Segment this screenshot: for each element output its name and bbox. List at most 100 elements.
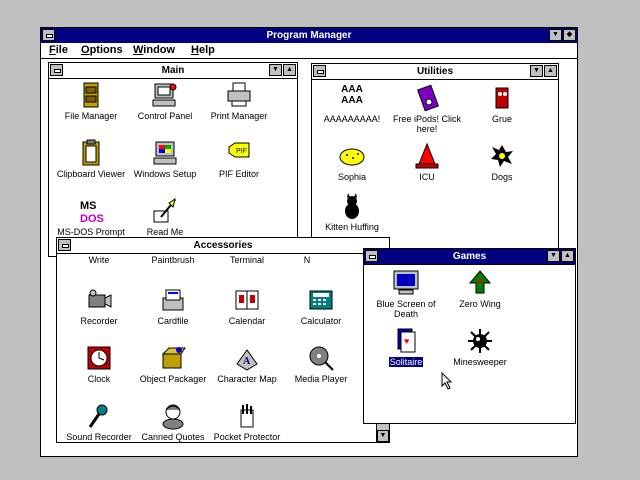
system-menu-icon[interactable] bbox=[313, 65, 326, 77]
print-manager[interactable]: Print Manager bbox=[199, 81, 279, 121]
main-titlebar[interactable]: Main ▼ ▲ bbox=[49, 63, 297, 79]
minesweeper[interactable]: Minesweeper bbox=[440, 327, 520, 367]
pif-editor[interactable]: PIF PIF Editor bbox=[199, 139, 279, 179]
accessories-group-window[interactable]: Accessories Write Paintbrush Terminal N … bbox=[56, 237, 390, 443]
accessories-titlebar[interactable]: Accessories bbox=[57, 238, 389, 254]
games-group-window[interactable]: Games ▼ ▲ Blue Screen of Death Zero Wing… bbox=[363, 248, 576, 424]
file-manager[interactable]: File Manager bbox=[51, 81, 131, 121]
utilities-titlebar[interactable]: Utilities ▼ ▲ bbox=[312, 64, 558, 80]
icon-label: ICU bbox=[419, 172, 435, 182]
icon-label: AAAAAAAAA! bbox=[323, 114, 381, 124]
sophia[interactable]: Sophia bbox=[312, 142, 392, 182]
kitten-huffing[interactable]: Kitten Huffing bbox=[312, 192, 392, 232]
menu-window[interactable]: Window bbox=[133, 44, 175, 56]
mouse-pointer-icon bbox=[441, 372, 453, 390]
icon-label: Control Panel bbox=[137, 111, 193, 121]
icon-label: Media Player bbox=[294, 374, 348, 384]
notepad-partial[interactable]: N bbox=[267, 255, 347, 265]
accessories-title: Accessories bbox=[193, 240, 253, 251]
zero-wing-icon bbox=[466, 269, 494, 297]
system-menu-icon[interactable] bbox=[42, 29, 55, 41]
read-me[interactable]: Read Me bbox=[125, 197, 205, 237]
free-ipods[interactable]: Free iPods! Click here! bbox=[387, 84, 467, 134]
windows-setup[interactable]: Windows Setup bbox=[125, 139, 205, 179]
main-title: Main bbox=[161, 65, 185, 76]
restore-icon[interactable]: ◆ bbox=[563, 29, 576, 41]
icon-label: Pocket Protector bbox=[213, 432, 281, 442]
sound-recorder[interactable]: Sound Recorder bbox=[59, 402, 139, 442]
icon-label: Clipboard Viewer bbox=[56, 169, 126, 179]
minimize-icon[interactable]: ▼ bbox=[530, 65, 543, 77]
svg-text:DOS: DOS bbox=[80, 213, 104, 225]
control-panel[interactable]: Control Panel bbox=[125, 81, 205, 121]
icon-label: Solitaire bbox=[388, 357, 424, 367]
object-packager[interactable]: Object Packager bbox=[133, 344, 213, 384]
recorder[interactable]: Recorder bbox=[59, 286, 139, 326]
ipod-icon bbox=[413, 84, 441, 112]
paintbrush[interactable]: Paintbrush bbox=[133, 255, 213, 265]
maximize-icon[interactable]: ▲ bbox=[561, 250, 574, 262]
system-menu-icon[interactable] bbox=[365, 250, 378, 262]
bsod-monitor-icon bbox=[392, 269, 420, 297]
minimize-icon[interactable]: ▼ bbox=[547, 250, 560, 262]
icon-label: Clock bbox=[87, 374, 111, 384]
menu-file[interactable]: File bbox=[49, 44, 68, 56]
icon-label: Character Map bbox=[217, 374, 277, 384]
canned-quotes[interactable]: Canned Quotes bbox=[133, 402, 213, 442]
windows-setup-icon bbox=[151, 139, 179, 167]
calendar[interactable]: Calendar bbox=[207, 286, 287, 326]
aaaaaaaaa[interactable]: AAA AAA AAAAAAAAA! bbox=[312, 84, 392, 124]
zero-wing[interactable]: Zero Wing bbox=[440, 269, 520, 309]
scroll-down-icon[interactable]: ▼ bbox=[377, 430, 389, 442]
ms-dos-prompt[interactable]: MS DOS MS-DOS Prompt bbox=[51, 197, 131, 237]
minimize-icon[interactable]: ▼ bbox=[269, 64, 282, 76]
calculator[interactable]: Calculator bbox=[281, 286, 361, 326]
solitaire[interactable]: ♥ Solitaire bbox=[366, 327, 446, 367]
icon-label: Kitten Huffing bbox=[325, 222, 379, 232]
clipboard-icon bbox=[77, 139, 105, 167]
grue-icon bbox=[488, 84, 516, 112]
icon-label: Cardfile bbox=[157, 316, 189, 326]
maximize-icon[interactable]: ▲ bbox=[283, 64, 296, 76]
games-titlebar[interactable]: Games ▼ ▲ bbox=[364, 249, 575, 265]
grue[interactable]: Grue bbox=[462, 84, 542, 124]
icu[interactable]: ICU bbox=[387, 142, 467, 182]
clock[interactable]: Clock bbox=[59, 344, 139, 384]
program-manager-titlebar[interactable]: Program Manager ▼ ◆ bbox=[41, 28, 577, 44]
main-group-window[interactable]: Main ▼ ▲ File Manager Control Panel Prin… bbox=[48, 62, 298, 257]
system-menu-icon[interactable] bbox=[50, 64, 63, 76]
film-reel-icon bbox=[307, 344, 335, 372]
maximize-icon[interactable]: ▲ bbox=[544, 65, 557, 77]
icon-label: Terminal bbox=[229, 255, 264, 265]
system-menu-icon[interactable] bbox=[58, 239, 71, 251]
pocket-protector-icon bbox=[233, 402, 261, 430]
media-player[interactable]: Media Player bbox=[281, 344, 361, 384]
icon-label: PIF Editor bbox=[218, 169, 259, 179]
minimize-icon[interactable]: ▼ bbox=[549, 29, 562, 41]
icon-label: Free iPods! Click here! bbox=[392, 114, 462, 134]
icon-label: Sophia bbox=[337, 172, 367, 182]
icon-label: MS-DOS Prompt bbox=[57, 227, 125, 237]
menu-bar: File Options Window Help bbox=[41, 43, 577, 59]
svg-text:MS: MS bbox=[80, 200, 97, 212]
dogs[interactable]: Dogs bbox=[462, 142, 542, 182]
write[interactable]: Write bbox=[59, 255, 139, 265]
sophia-icon bbox=[338, 142, 366, 170]
clipboard-viewer[interactable]: Clipboard Viewer bbox=[51, 139, 131, 179]
quill-pen-icon bbox=[151, 197, 179, 225]
blue-screen-of-death[interactable]: Blue Screen of Death bbox=[366, 269, 446, 319]
menu-options[interactable]: Options bbox=[81, 44, 123, 56]
menu-help[interactable]: Help bbox=[191, 44, 215, 56]
printer-icon bbox=[225, 81, 253, 109]
traffic-cone-icon bbox=[413, 142, 441, 170]
ms-dos-icon: MS DOS bbox=[77, 197, 105, 225]
kitten-icon bbox=[338, 192, 366, 220]
microphone-icon bbox=[85, 402, 113, 430]
cardfile-icon bbox=[159, 286, 187, 314]
icon-label: Zero Wing bbox=[459, 299, 501, 309]
character-map[interactable]: A Character Map bbox=[207, 344, 287, 384]
svg-text:A: A bbox=[243, 356, 251, 367]
pocket-protector[interactable]: Pocket Protector bbox=[207, 402, 287, 442]
cardfile[interactable]: Cardfile bbox=[133, 286, 213, 326]
clock-icon bbox=[85, 344, 113, 372]
